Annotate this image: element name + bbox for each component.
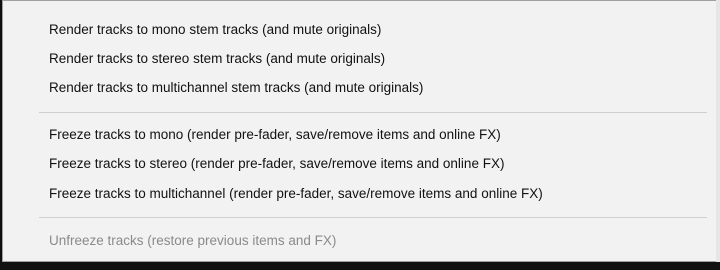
menu-item-freeze-mono[interactable]: Freeze tracks to mono (render pre-fader,… <box>49 122 501 148</box>
track-area-strip <box>0 262 720 270</box>
menu-item-render-stereo-stem[interactable]: Render tracks to stereo stem tracks (and… <box>49 46 385 72</box>
menu-item-freeze-multichannel[interactable]: Freeze tracks to multichannel (render pr… <box>49 181 543 207</box>
menu-item-render-multichannel-stem[interactable]: Render tracks to multichannel stem track… <box>49 75 423 101</box>
menu-separator <box>39 112 707 113</box>
menu-separator <box>39 217 707 218</box>
menu-item-render-mono-stem[interactable]: Render tracks to mono stem tracks (and m… <box>49 17 381 43</box>
context-menu: Render tracks to mono stem tracks (and m… <box>2 0 718 262</box>
menu-item-freeze-stereo[interactable]: Freeze tracks to stereo (render pre-fade… <box>49 151 504 177</box>
window-edge <box>716 0 720 262</box>
menu-item-unfreeze: Unfreeze tracks (restore previous items … <box>49 233 337 248</box>
